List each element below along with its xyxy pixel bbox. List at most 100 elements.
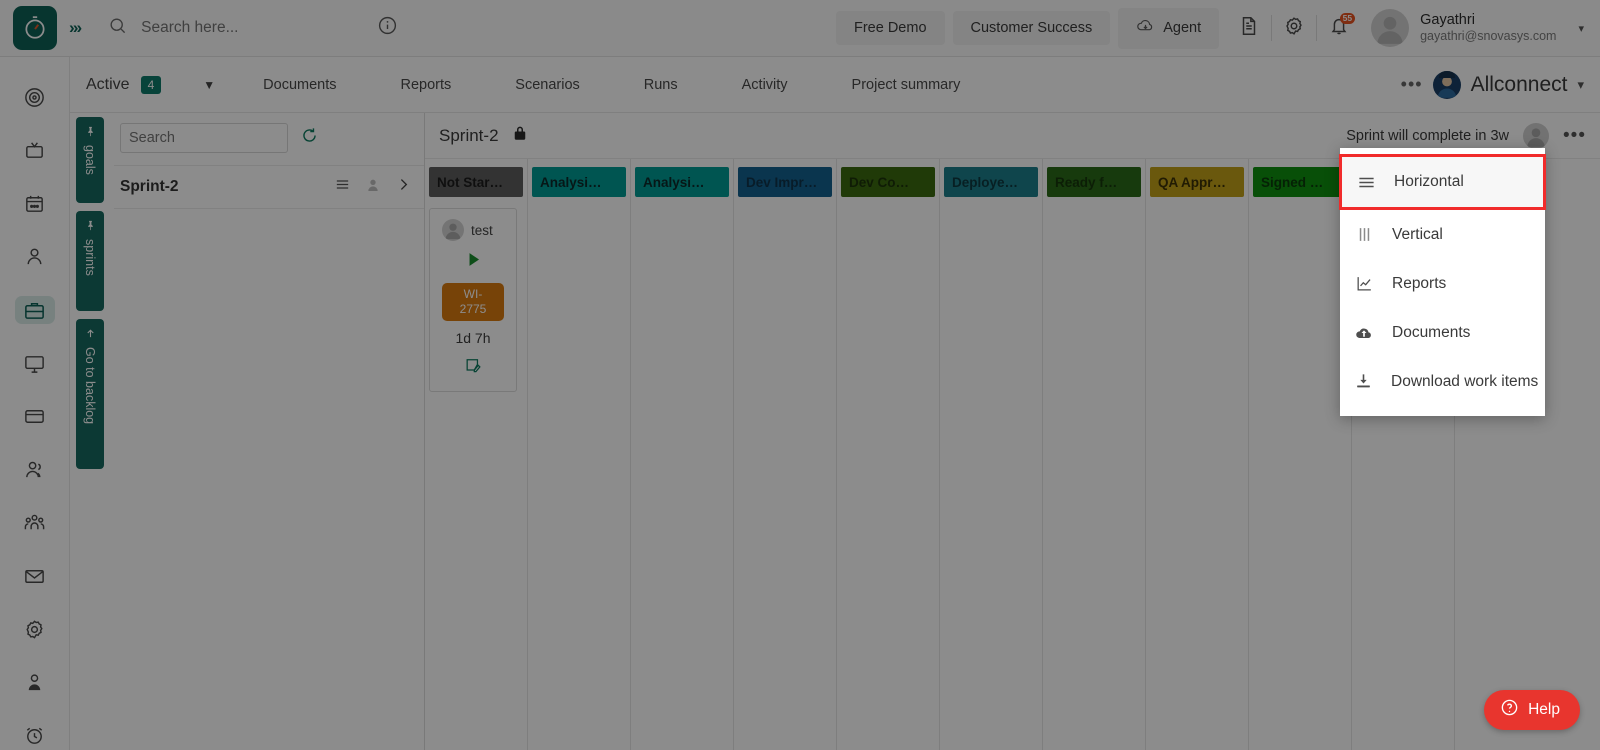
monitor-icon[interactable] xyxy=(15,349,55,377)
search-input[interactable] xyxy=(141,19,361,37)
global-search[interactable] xyxy=(108,15,408,41)
calendar-edit-icon[interactable] xyxy=(464,355,483,379)
notifications-button[interactable]: 55 xyxy=(1317,6,1361,50)
vertical-tab-sprints-label: sprints xyxy=(83,239,97,276)
project-tabs-bar: Active 4 ▼ Documents Reports Scenarios R… xyxy=(70,57,1600,113)
lock-icon[interactable] xyxy=(511,124,529,147)
menu-item-download-label: Download work items xyxy=(1391,373,1538,391)
column-header[interactable]: Deploye… xyxy=(944,167,1038,197)
expand-sidebar-icon[interactable]: »› xyxy=(69,18,80,38)
cloud-upload-icon xyxy=(1354,323,1374,343)
user-info[interactable]: Gayathri gayathri@snovasys.com xyxy=(1420,11,1556,45)
calendar-icon[interactable] xyxy=(15,189,55,217)
app-logo[interactable] xyxy=(13,6,57,50)
tab-reports[interactable]: Reports xyxy=(391,77,462,93)
work-item-card[interactable]: test WI-2775 1d 7h xyxy=(429,208,517,392)
board-more-horizontal-icon[interactable]: ••• xyxy=(1563,125,1586,147)
chevron-right-icon[interactable] xyxy=(395,176,412,198)
board-column: Dev Co… xyxy=(837,159,940,750)
search-icon xyxy=(108,16,127,40)
top-navigation-bar: »› Free Demo Customer Success xyxy=(0,0,1600,57)
vertical-tab-sprints[interactable]: sprints xyxy=(76,211,104,311)
board-column: Analysi… xyxy=(631,159,734,750)
free-demo-button[interactable]: Free Demo xyxy=(836,11,945,45)
tab-runs[interactable]: Runs xyxy=(634,77,688,93)
gear-icon[interactable] xyxy=(15,615,55,643)
avatar[interactable] xyxy=(1371,9,1409,47)
menu-item-horizontal-label: Horizontal xyxy=(1394,173,1464,191)
list-icon[interactable] xyxy=(334,176,351,198)
menu-item-vertical[interactable]: Vertical xyxy=(1340,210,1545,259)
tab-scenarios[interactable]: Scenarios xyxy=(505,77,589,93)
work-item-id-badge[interactable]: WI-2775 xyxy=(442,283,504,321)
project-name[interactable]: Allconnect xyxy=(1471,73,1568,97)
column-header[interactable]: Ready f… xyxy=(1047,167,1141,197)
column-header[interactable]: Analysi… xyxy=(532,167,626,197)
vertical-tab-goals[interactable]: goals xyxy=(76,117,104,203)
card-icon[interactable] xyxy=(15,402,55,430)
person-icon[interactable] xyxy=(365,177,381,198)
settings-icon-button[interactable] xyxy=(1272,6,1316,50)
menu-item-vertical-label: Vertical xyxy=(1392,226,1443,244)
menu-item-documents[interactable]: Documents xyxy=(1340,308,1545,357)
project-avatar[interactable] xyxy=(1433,71,1461,99)
column-header[interactable]: Dev Co… xyxy=(841,167,935,197)
alarm-clock-icon[interactable] xyxy=(15,722,55,750)
board-avatar[interactable] xyxy=(1523,123,1549,149)
column-header[interactable]: QA Appr… xyxy=(1150,167,1244,197)
menu-item-reports-label: Reports xyxy=(1392,275,1446,293)
agent-button[interactable]: Agent xyxy=(1118,8,1219,49)
left-icon-rail xyxy=(0,57,70,750)
board-column: QA Appr… xyxy=(1146,159,1249,750)
target-icon[interactable] xyxy=(15,83,55,111)
active-filter-chevron-down-icon[interactable]: ▼ xyxy=(203,78,215,92)
active-filter[interactable]: Active 4 xyxy=(86,76,161,94)
columns-icon xyxy=(1354,225,1374,244)
menu-item-reports[interactable]: Reports xyxy=(1340,259,1545,308)
sprint-search-row xyxy=(114,119,424,153)
menu-item-horizontal[interactable]: Horizontal xyxy=(1339,154,1546,210)
document-icon xyxy=(1238,15,1260,42)
application-root: »› Free Demo Customer Success xyxy=(0,0,1600,750)
project-chevron-down-icon[interactable]: ▾ xyxy=(1577,77,1584,93)
tab-documents[interactable]: Documents xyxy=(253,77,346,93)
column-header[interactable]: Signed … xyxy=(1253,167,1347,197)
pin-icon xyxy=(83,126,97,137)
vertical-tab-go-to-backlog[interactable]: Go to backlog xyxy=(76,319,104,469)
question-circle-icon xyxy=(1500,698,1519,722)
sprint-list-item[interactable]: Sprint-2 xyxy=(114,165,424,209)
vertical-tab-backlog-label: Go to backlog xyxy=(83,347,97,424)
person-icon[interactable] xyxy=(15,243,55,271)
tv-icon[interactable] xyxy=(15,136,55,164)
users-icon[interactable] xyxy=(15,456,55,484)
active-filter-label: Active xyxy=(86,76,130,94)
project-selector: ••• Allconnect ▾ xyxy=(1401,71,1584,99)
board-column: Analysi… xyxy=(528,159,631,750)
user-menu-chevron-down-icon[interactable]: ▾ xyxy=(1578,22,1584,35)
menu-item-download-work-items[interactable]: Download work items xyxy=(1340,357,1545,406)
briefcase-icon[interactable] xyxy=(15,296,55,324)
tab-project-summary[interactable]: Project summary xyxy=(842,77,971,93)
sprint-list-item-name: Sprint-2 xyxy=(120,178,179,196)
arrow-up-icon xyxy=(83,328,97,339)
column-header[interactable]: Not Star… xyxy=(429,167,523,197)
column-header[interactable]: Analysi… xyxy=(635,167,729,197)
sprint-completion-note: Sprint will complete in 3w xyxy=(1346,128,1509,144)
refresh-icon[interactable] xyxy=(300,126,319,150)
info-circle-icon[interactable] xyxy=(377,15,398,41)
sprint-search-input[interactable] xyxy=(120,123,288,153)
customer-success-button[interactable]: Customer Success xyxy=(953,11,1111,45)
sprint-panel-body: Sprint-2 xyxy=(114,113,424,209)
team-icon[interactable] xyxy=(15,509,55,537)
play-icon[interactable] xyxy=(464,250,483,274)
mail-icon[interactable] xyxy=(15,562,55,590)
person-badge-icon[interactable] xyxy=(15,669,55,697)
documents-icon-button[interactable] xyxy=(1227,6,1271,50)
board-view-dropdown-menu: Horizontal Vertical Reports Docu xyxy=(1340,148,1545,416)
help-button[interactable]: Help xyxy=(1484,690,1580,730)
column-header[interactable]: Dev Impr… xyxy=(738,167,832,197)
tab-activity[interactable]: Activity xyxy=(732,77,798,93)
board-column: Deploye… xyxy=(940,159,1043,750)
board-column: Not Star… test WI-2775 1d 7h xyxy=(425,159,528,750)
more-horizontal-icon[interactable]: ••• xyxy=(1401,74,1423,95)
